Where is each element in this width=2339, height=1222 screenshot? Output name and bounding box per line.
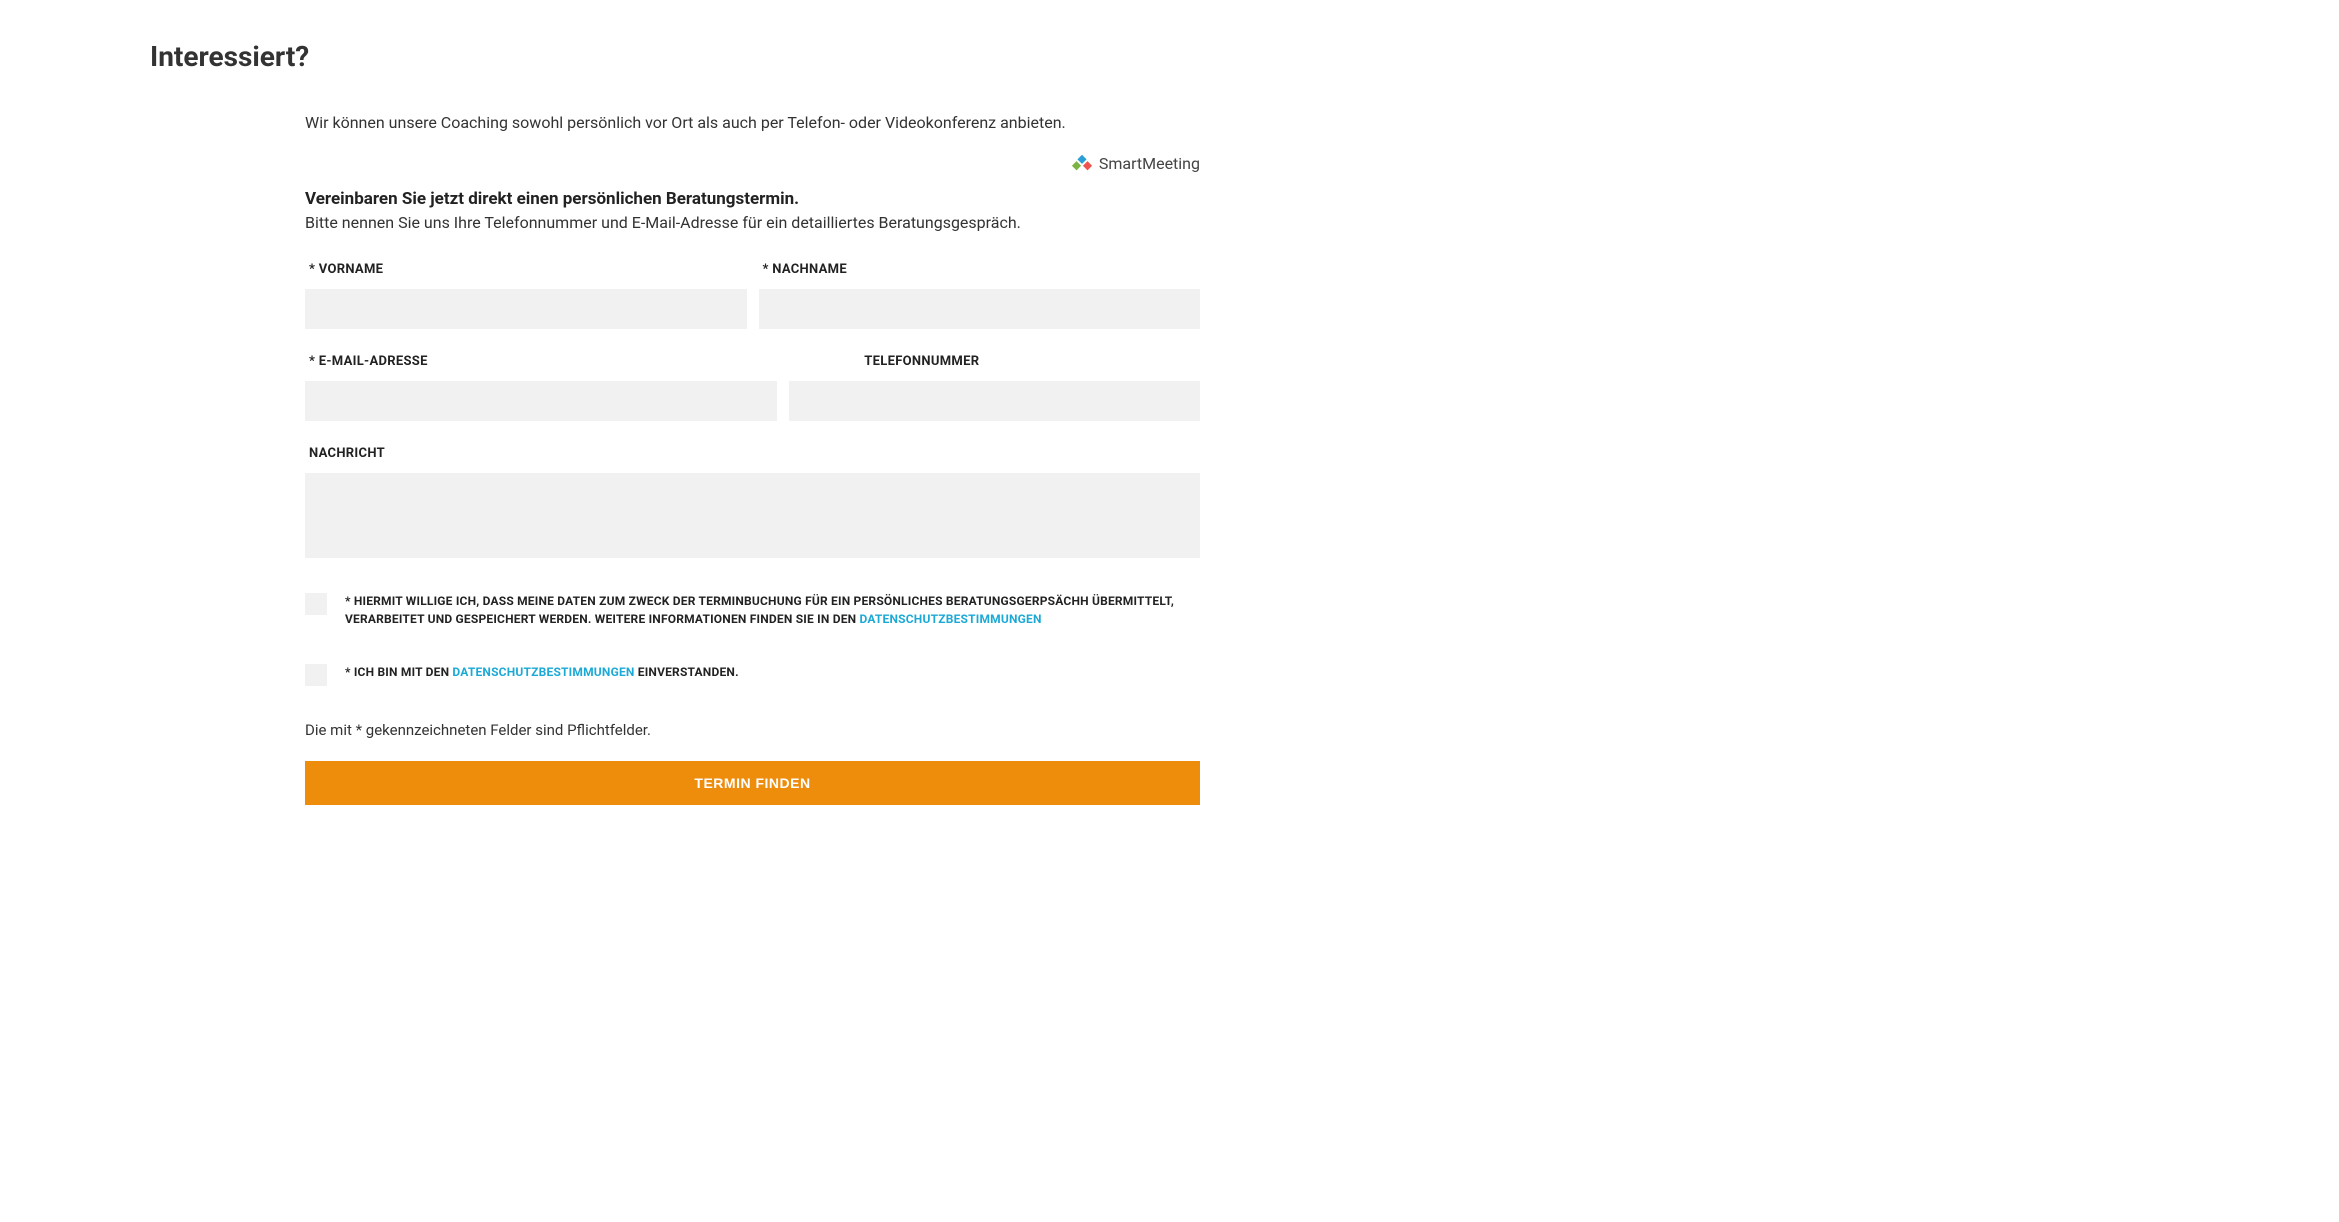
telefon-label: TELEFONNUMMER <box>789 354 1200 369</box>
consent2-checkbox[interactable] <box>305 664 327 686</box>
vorname-label: * VORNAME <box>305 262 747 277</box>
consent2-row: * ICH BIN MIT DEN DATENSCHUTZBESTIMMUNGE… <box>305 663 1200 686</box>
email-label: * E-MAIL-ADRESSE <box>305 354 777 369</box>
nachricht-input[interactable] <box>305 473 1200 558</box>
consent2-label: * ICH BIN MIT DEN DATENSCHUTZBESTIMMUNGE… <box>345 663 739 681</box>
brand-logo: SmartMeeting <box>1071 152 1200 174</box>
consent2-suffix: EINVERSTANDEN. <box>635 665 739 679</box>
intro-text: Wir können unsere Coaching sowohl persön… <box>305 113 1200 132</box>
submit-button[interactable]: TERMIN FINDEN <box>305 761 1200 805</box>
vorname-group: * VORNAME <box>305 262 747 329</box>
form-content: Wir können unsere Coaching sowohl persön… <box>150 113 1200 805</box>
consent1-label: * HIERMIT WILLIGE ICH, DASS MEINE DATEN … <box>345 592 1200 628</box>
subtitle-text: Bitte nennen Sie uns Ihre Telefonnummer … <box>305 213 1200 232</box>
consent2-prefix: * ICH BIN MIT DEN <box>345 665 452 679</box>
consent1-checkbox[interactable] <box>305 593 327 615</box>
vorname-input[interactable] <box>305 289 747 329</box>
email-group: * E-MAIL-ADRESSE <box>305 354 777 421</box>
brand-name: SmartMeeting <box>1099 154 1200 173</box>
telefon-input[interactable] <box>789 381 1200 421</box>
consent1-row: * HIERMIT WILLIGE ICH, DASS MEINE DATEN … <box>305 592 1200 628</box>
page-title: Interessiert? <box>150 40 2189 73</box>
consent2-link[interactable]: DATENSCHUTZBESTIMMUNGEN <box>452 665 634 679</box>
nachname-label: * NACHNAME <box>759 262 1201 277</box>
email-input[interactable] <box>305 381 777 421</box>
telefon-group: TELEFONNUMMER <box>789 354 1200 421</box>
nachname-input[interactable] <box>759 289 1201 329</box>
brand-row: SmartMeeting <box>305 152 1200 174</box>
consent1-text: * HIERMIT WILLIGE ICH, DASS MEINE DATEN … <box>345 594 1174 626</box>
nachricht-label: NACHRICHT <box>305 446 1200 461</box>
smartmeeting-icon <box>1071 152 1093 174</box>
required-note: Die mit * gekennzeichneten Felder sind P… <box>305 721 1200 739</box>
nachname-group: * NACHNAME <box>759 262 1201 329</box>
consent1-link[interactable]: DATENSCHUTZBESTIMMUNGEN <box>860 612 1042 626</box>
nachricht-group: NACHRICHT <box>305 446 1200 562</box>
subtitle-bold: Vereinbaren Sie jetzt direkt einen persö… <box>305 189 1200 209</box>
